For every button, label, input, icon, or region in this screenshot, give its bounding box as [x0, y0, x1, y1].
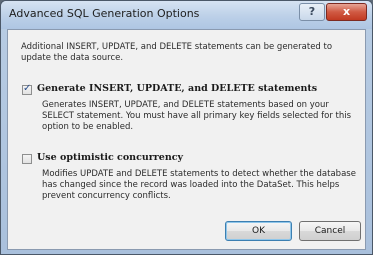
generate-statements-checkbox[interactable]: ✓	[22, 83, 32, 95]
help-button[interactable]: ?	[299, 3, 325, 21]
intro-text: Additional INSERT, UPDATE, and DELETE st…	[21, 42, 333, 63]
generate-statements-description: Generates INSERT, UPDATE, and DELETE sta…	[42, 100, 352, 132]
optimistic-concurrency-checkbox[interactable]	[22, 154, 32, 164]
close-button[interactable]: x	[326, 3, 367, 21]
dialog-window: Advanced SQL Generation Options ? x Addi…	[0, 0, 373, 255]
optimistic-concurrency-description: Modifies UPDATE and DELETE statements to…	[42, 169, 356, 201]
title-bar[interactable]: Advanced SQL Generation Options ? x	[1, 1, 372, 29]
checkmark-icon: ✓	[23, 83, 32, 94]
window-title: Advanced SQL Generation Options	[9, 7, 200, 20]
dialog-content: Additional INSERT, UPDATE, and DELETE st…	[7, 29, 366, 250]
generate-statements-label[interactable]: Generate INSERT, UPDATE, and DELETE stat…	[37, 83, 317, 94]
cancel-button[interactable]: Cancel	[299, 221, 361, 241]
ok-button[interactable]: OK	[225, 221, 292, 241]
optimistic-concurrency-label[interactable]: Use optimistic concurrency	[37, 152, 183, 163]
